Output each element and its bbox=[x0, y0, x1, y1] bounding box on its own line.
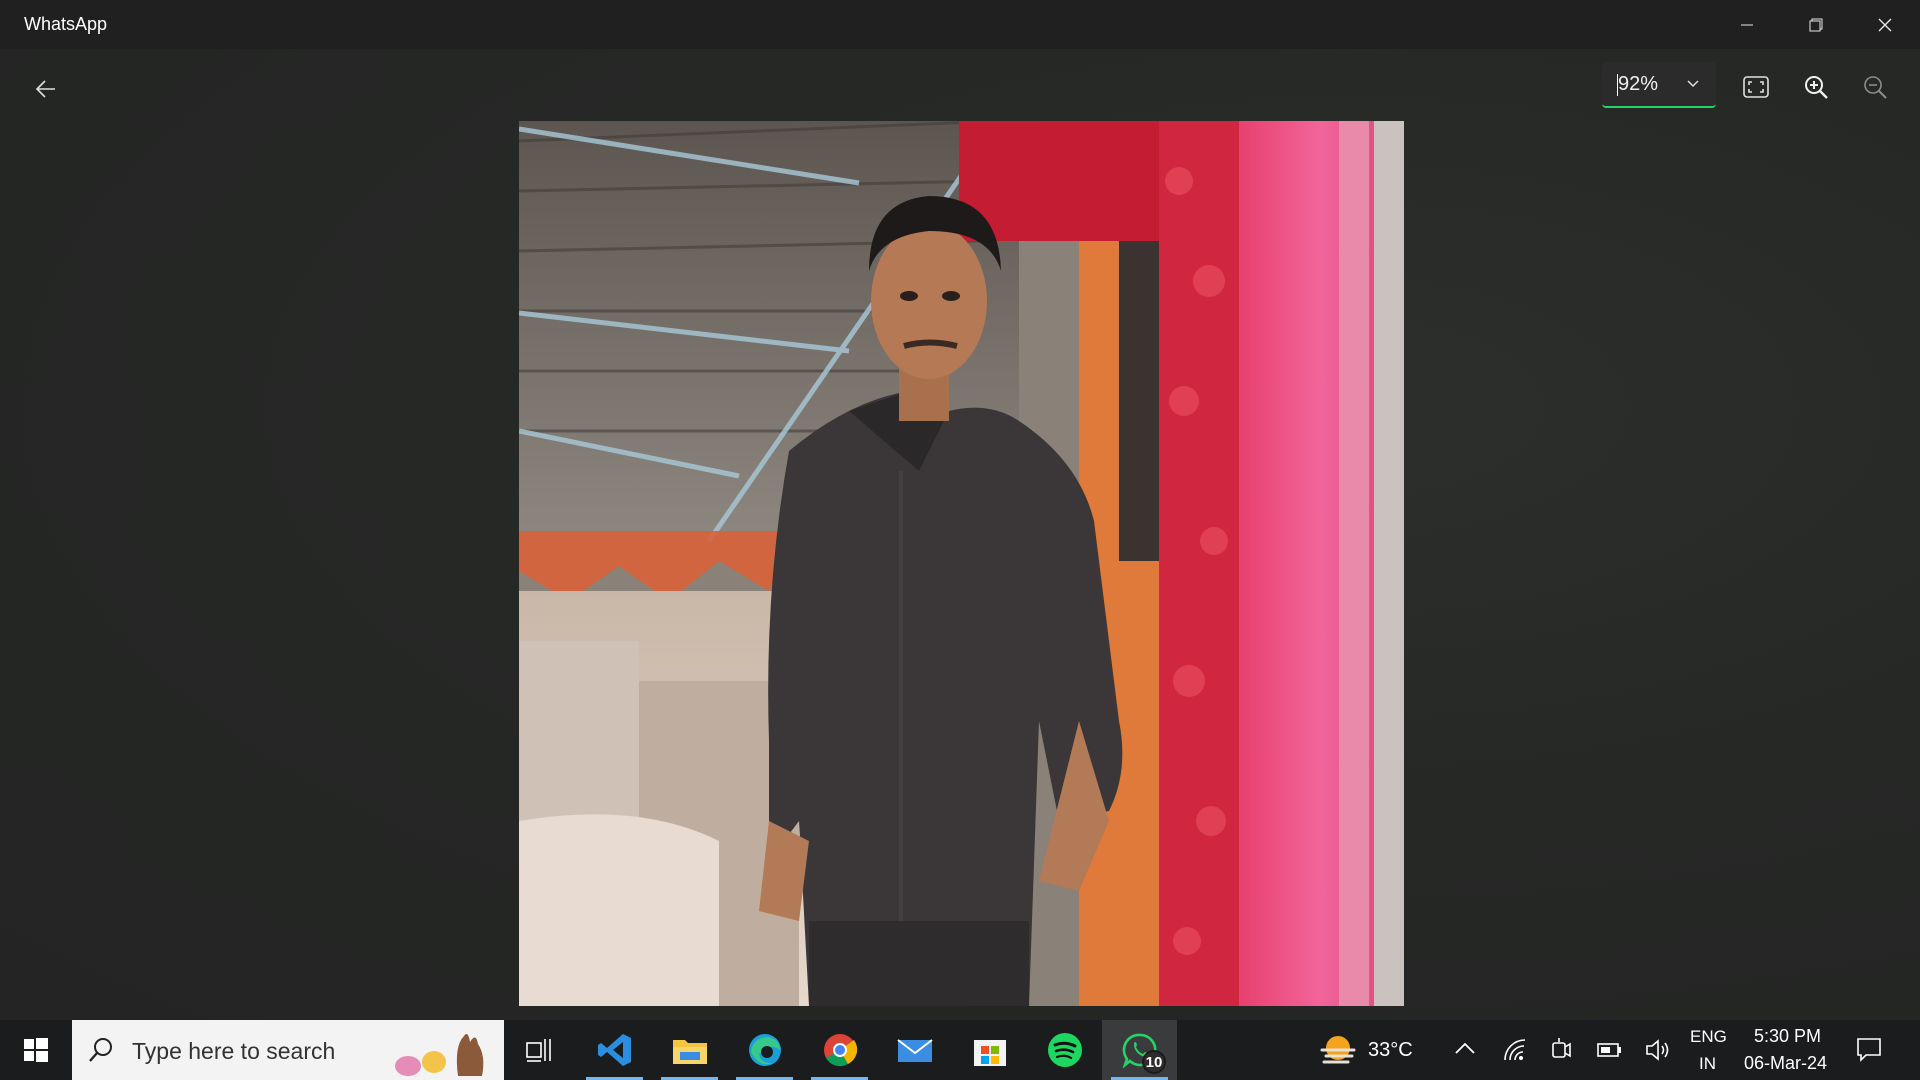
clock-time: 5:30 PM bbox=[1754, 1026, 1822, 1046]
mail-taskbar-button[interactable] bbox=[877, 1020, 952, 1080]
fit-screen-icon bbox=[1743, 76, 1769, 98]
volume-icon[interactable] bbox=[1645, 1038, 1671, 1062]
microsoft-store-icon bbox=[973, 1040, 1006, 1066]
network-icon[interactable] bbox=[1502, 1038, 1528, 1062]
zoom-level-dropdown[interactable]: 92% bbox=[1602, 62, 1716, 108]
chevron-down-icon bbox=[1687, 80, 1699, 88]
task-view-icon bbox=[525, 1039, 551, 1062]
chrome-taskbar-button[interactable] bbox=[802, 1020, 877, 1080]
windows-logo-icon bbox=[24, 1038, 48, 1062]
close-icon bbox=[1878, 18, 1891, 31]
edge-taskbar-button[interactable] bbox=[727, 1020, 802, 1080]
close-button[interactable] bbox=[1850, 0, 1919, 49]
spotify-icon bbox=[1047, 1033, 1082, 1067]
weather-temperature: 33°C bbox=[1368, 1039, 1413, 1061]
task-view-button[interactable] bbox=[502, 1020, 577, 1080]
portrait-photo-illustration bbox=[519, 121, 1404, 1006]
window-title: WhatsApp bbox=[24, 14, 108, 34]
restore-button[interactable] bbox=[1781, 0, 1850, 49]
language-code: ENG bbox=[1690, 1027, 1727, 1046]
start-button[interactable] bbox=[0, 1020, 72, 1080]
mail-icon bbox=[896, 1039, 933, 1062]
minimize-button[interactable] bbox=[1712, 0, 1781, 49]
chrome-browser-icon bbox=[823, 1034, 857, 1067]
viewer-toolbar: 92% bbox=[0, 49, 1920, 121]
vscode-taskbar-button[interactable] bbox=[577, 1020, 652, 1080]
microsoft-store-taskbar-button[interactable] bbox=[952, 1020, 1027, 1080]
back-button[interactable] bbox=[26, 69, 66, 109]
clock-date: 06-Mar-24 bbox=[1744, 1053, 1828, 1073]
zoom-in-icon bbox=[1805, 76, 1828, 99]
zoom-in-button[interactable] bbox=[1798, 69, 1834, 105]
vscode-icon bbox=[597, 1034, 631, 1066]
zoom-level-value: 92% bbox=[1618, 72, 1659, 95]
title-bar: WhatsApp bbox=[0, 0, 1920, 49]
language-region: IN bbox=[1699, 1054, 1716, 1073]
back-arrow-icon bbox=[35, 80, 55, 98]
search-icon bbox=[89, 1038, 112, 1062]
whatsapp-taskbar-button[interactable]: 10 bbox=[1102, 1020, 1177, 1080]
meet-camera-icon[interactable] bbox=[1550, 1037, 1572, 1063]
folder-icon bbox=[672, 1040, 707, 1064]
edge-browser-icon bbox=[748, 1034, 781, 1066]
minimize-icon bbox=[1740, 24, 1753, 25]
file-explorer-taskbar-button[interactable] bbox=[652, 1020, 727, 1080]
zoom-out-icon bbox=[1864, 76, 1887, 99]
taskbar-search-box[interactable]: Type here to search bbox=[72, 1020, 504, 1080]
whatsapp-media-viewer-window: WhatsApp 92% bbox=[0, 0, 1920, 1020]
search-placeholder: Type here to search bbox=[132, 1038, 336, 1064]
fit-to-screen-button[interactable] bbox=[1738, 69, 1774, 105]
chevron-up-icon[interactable] bbox=[1454, 1040, 1476, 1056]
restore-icon bbox=[1809, 18, 1822, 31]
battery-icon[interactable] bbox=[1597, 1041, 1623, 1059]
windows-taskbar: Type here to search 10 33°C ENG IN 5:30 … bbox=[0, 1020, 1920, 1080]
spotify-taskbar-button[interactable] bbox=[1027, 1020, 1102, 1080]
zoom-out-button[interactable] bbox=[1857, 69, 1893, 105]
notification-count-badge: 10 bbox=[1142, 1050, 1166, 1074]
text-caret bbox=[1617, 74, 1618, 96]
media-photo bbox=[519, 121, 1404, 1006]
weather-hazy-sun-icon bbox=[1320, 1036, 1356, 1064]
search-highlight-easter-icon bbox=[395, 1034, 484, 1076]
notification-center-icon[interactable] bbox=[1856, 1036, 1882, 1062]
